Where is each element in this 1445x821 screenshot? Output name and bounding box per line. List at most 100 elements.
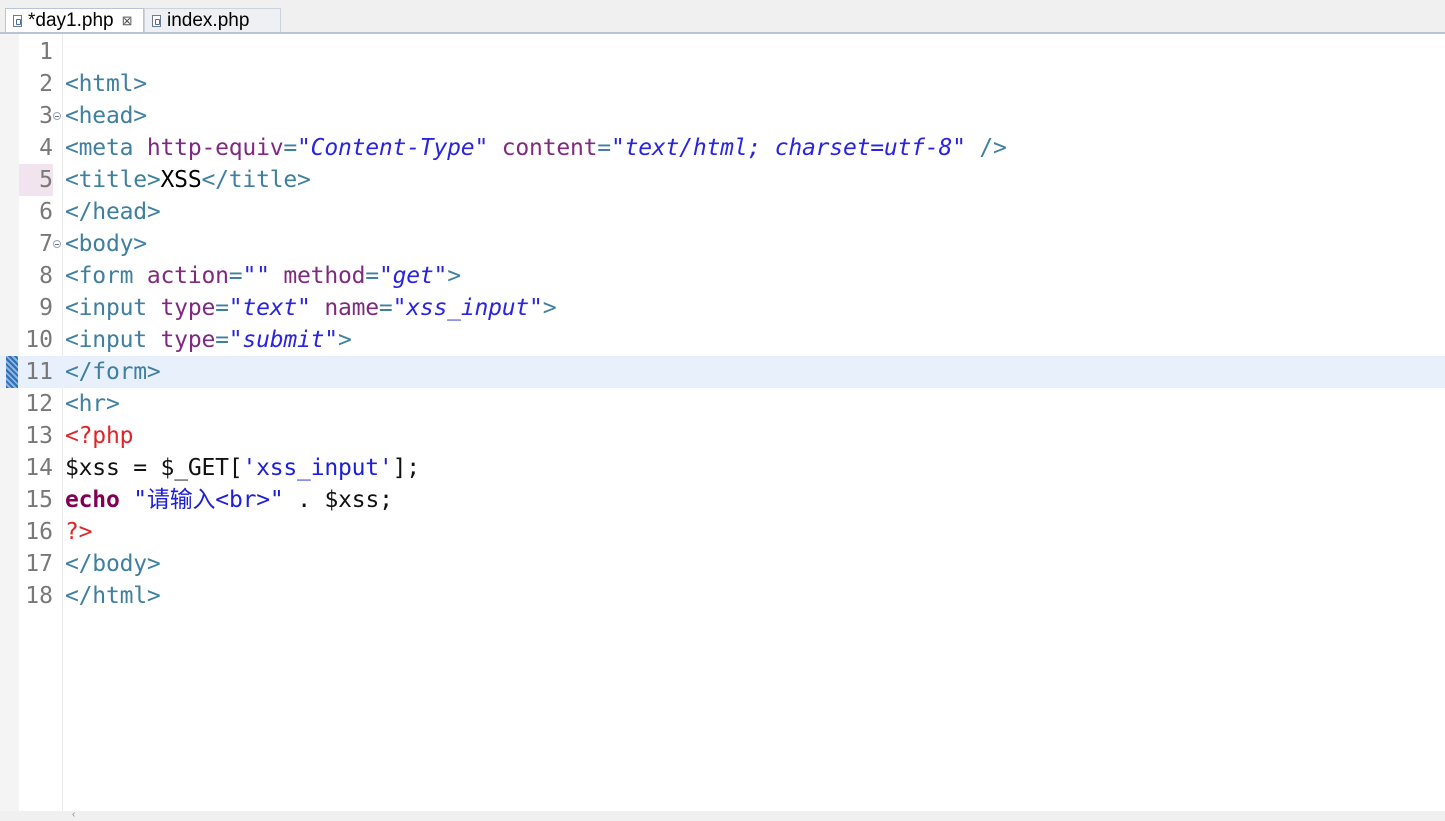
code-token: <input [65,295,161,321]
code-token: > [542,295,557,321]
line-number: 11 [25,359,53,385]
code-line[interactable]: <html> [65,68,147,100]
code-token: > [337,327,352,353]
code-token: [ [228,455,243,481]
close-icon[interactable]: ⊠ [122,13,133,29]
code-editor[interactable]: 1 2 <html> 3 <head> 4 <meta http-equiv="Conten… [0,34,1445,811]
line-number: 12 [25,391,53,417]
code-line[interactable]: $xss = $_GET['xss_input']; [65,452,420,484]
code-token: </head> [65,199,161,225]
code-token: action [146,263,229,289]
code-line[interactable]: <input type="text" name="xss_input"> [65,292,557,324]
code-token: = [283,135,298,161]
code-line[interactable]: </head> [65,196,161,228]
code-line[interactable]: <form action="" method="get"> [65,260,461,292]
line-number: 15 [25,487,53,513]
code-token: XSS [160,167,202,193]
line-number: 17 [25,551,53,577]
line-number: 18 [25,583,53,609]
code-token: = [597,135,611,161]
code-line[interactable]: <title>XSS</title> [65,164,311,196]
code-line[interactable]: ?> [65,516,92,548]
tab-day1-php[interactable]: *day1.php ⊠ [5,8,144,32]
line-number: 9 [39,295,53,321]
code-token: type [160,327,216,353]
line-number: 3 [39,103,53,129]
code-line[interactable]: <head> [65,100,147,132]
code-token: </form> [65,359,161,385]
code-token: <head> [65,103,147,129]
line-number: 4 [39,135,53,161]
code-token: "" [242,263,270,289]
line-number: 8 [39,263,53,289]
code-token: = [378,295,393,321]
code-line[interactable]: <?php [65,420,133,452]
code-token: http-equiv [146,135,284,161]
php-file-icon [152,14,161,27]
code-token: = [365,263,379,289]
code-token: content [501,135,598,161]
code-token: </html> [65,583,161,609]
code-token: <form [65,263,147,289]
code-token: 'xss_input' [242,455,393,481]
code-token: = [215,295,229,321]
line-number: 1 [39,39,53,65]
tab-label: *day1.php [28,9,114,31]
code-token: "请输入<br>" [133,487,284,513]
code-token: $_GET [160,455,229,481]
code-token: echo [65,487,120,513]
line-number: 2 [39,71,53,97]
line-number: 6 [39,199,53,225]
code-token: = [119,455,161,481]
code-token: <meta [65,135,147,161]
overview-ruler-left [0,34,19,811]
code-token: "get" [378,263,448,289]
code-line[interactable]: </body> [65,548,161,580]
code-token: . [283,487,325,513]
scroll-left-icon[interactable]: ‹ [72,809,75,820]
line-number: 5 [19,164,53,196]
code-line[interactable]: <hr> [65,388,120,420]
fold-collapse-icon[interactable] [53,112,61,120]
code-token: <hr> [65,391,120,417]
code-token: $xss [324,487,380,513]
horizontal-scrollbar[interactable]: ‹ [0,809,1445,821]
line-number: 14 [25,455,53,481]
code-token: "text/html; charset=utf-8" [610,135,966,161]
php-file-icon [13,14,22,27]
code-token: <?php [65,423,134,449]
code-token: name [324,295,379,321]
code-token: </title> [201,167,311,193]
code-token: method [283,263,366,289]
line-number: 13 [25,423,53,449]
code-line[interactable]: </html> [65,580,161,612]
line-number: 16 [25,519,53,545]
line-number: 7 [39,231,53,257]
caret-marker-icon [6,356,18,388]
code-token: "text" [228,295,311,321]
code-token: <body> [65,231,147,257]
editor-tab-bar: *day1.php ⊠ index.php [0,0,1445,32]
code-token: <title> [65,167,161,193]
code-token: $xss [65,455,120,481]
code-line[interactable]: </form> [65,356,161,388]
code-line[interactable]: <meta http-equiv="Content-Type" content=… [65,132,1007,164]
tab-index-php[interactable]: index.php [144,8,281,32]
code-line[interactable]: <body> [65,228,147,260]
fold-collapse-icon[interactable] [53,240,61,248]
tab-label: index.php [167,9,250,31]
code-line[interactable]: echo "请输入<br>" . $xss; [65,484,393,516]
code-token: "submit" [228,327,338,353]
code-token: = [215,327,229,353]
code-token: </body> [65,551,161,577]
code-line[interactable]: <input type="submit"> [65,324,352,356]
code-token: = [228,263,243,289]
code-token: <input [65,327,161,353]
code-token: "xss_input" [392,295,543,321]
code-token: ?> [65,519,93,545]
code-token: > [447,263,461,289]
line-number: 10 [25,327,53,353]
